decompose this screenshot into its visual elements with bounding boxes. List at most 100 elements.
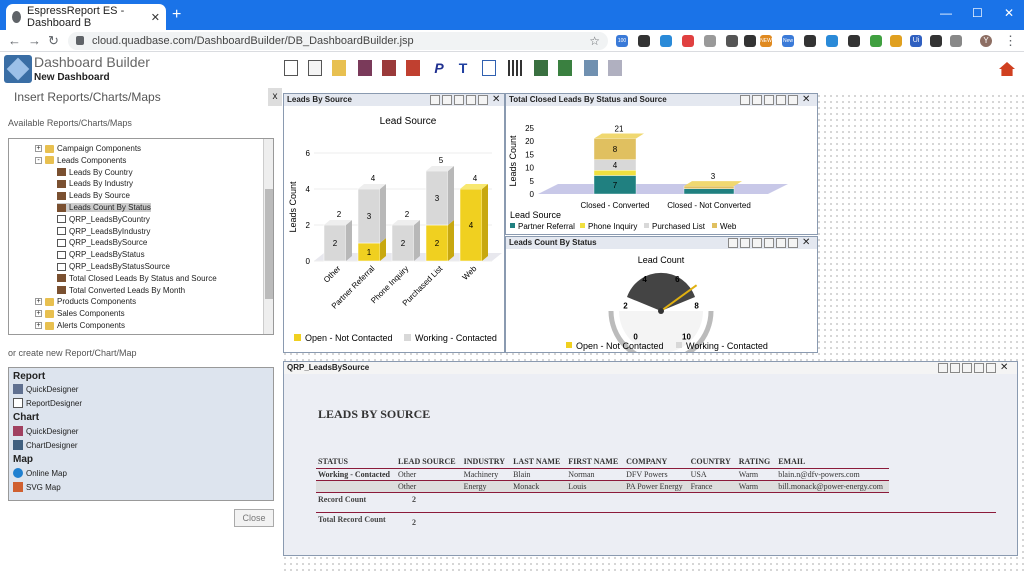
- expand-toggle-icon[interactable]: +: [35, 310, 42, 318]
- link-icon[interactable]: [962, 363, 972, 373]
- browser-extension-icon[interactable]: [704, 35, 716, 47]
- panel-close-icon[interactable]: ✕: [802, 237, 810, 248]
- tag-icon[interactable]: [764, 238, 774, 248]
- extension-ui-icon[interactable]: Ui: [910, 35, 922, 47]
- link-icon[interactable]: [752, 238, 762, 248]
- insert-text-icon[interactable]: T: [456, 60, 470, 76]
- tag-icon[interactable]: [974, 363, 984, 373]
- refresh-icon[interactable]: [442, 95, 452, 105]
- expand-toggle-icon[interactable]: +: [35, 145, 42, 152]
- export-icon[interactable]: [406, 60, 420, 76]
- link-icon[interactable]: [454, 95, 464, 105]
- reload-icon[interactable]: ↻: [48, 33, 59, 49]
- leads-count-status-panel[interactable]: Leads Count By Status Lead Count 0 2 4 6 8 10 O…: [505, 236, 818, 353]
- tree-item[interactable]: - Leads Components: [35, 156, 126, 165]
- expand-toggle-icon[interactable]: -: [35, 156, 42, 164]
- svg-map-link[interactable]: SVG Map: [13, 482, 61, 492]
- insert-p-icon[interactable]: P: [432, 60, 446, 76]
- collapse-panel-button[interactable]: x: [268, 88, 282, 106]
- browser-extension-icon[interactable]: [890, 35, 902, 47]
- tree-item[interactable]: + Campaign Components: [35, 144, 141, 153]
- preview-icon[interactable]: [584, 60, 598, 76]
- refresh-data-icon[interactable]: [558, 60, 572, 76]
- browser-extension-icon[interactable]: [870, 35, 882, 47]
- new-page-icon[interactable]: [308, 60, 322, 76]
- browser-tab[interactable]: EspressReport ES - Dashboard B ✕: [6, 4, 166, 30]
- export-icon[interactable]: [788, 238, 798, 248]
- new-dashboard-icon[interactable]: [284, 60, 298, 76]
- browser-extension-icon[interactable]: [744, 35, 756, 47]
- browser-extension-icon[interactable]: [638, 35, 650, 47]
- edit-icon[interactable]: [740, 95, 750, 105]
- window-close-icon[interactable]: ✕: [1004, 6, 1014, 20]
- tree-item[interactable]: Leads By Industry: [57, 179, 133, 188]
- home-icon[interactable]: [999, 62, 1015, 76]
- tree-item[interactable]: Leads By Source: [57, 191, 130, 200]
- tree-item[interactable]: QRP_LeadsByIndustry: [57, 227, 150, 236]
- link-icon[interactable]: [764, 95, 774, 105]
- extension-100-icon[interactable]: 100: [616, 35, 628, 47]
- browser-extension-icon[interactable]: [804, 35, 816, 47]
- panel-close-icon[interactable]: ✕: [492, 94, 500, 105]
- tree-item[interactable]: QRP_LeadsByStatusSource: [57, 262, 170, 271]
- close-button[interactable]: Close: [234, 509, 274, 527]
- expand-toggle-icon[interactable]: +: [35, 298, 42, 306]
- settings-icon[interactable]: [608, 60, 622, 76]
- refresh-icon[interactable]: [740, 238, 750, 248]
- tab-close-icon[interactable]: ✕: [151, 11, 160, 24]
- qrp-report-panel[interactable]: QRP_LeadsBySource LEADS BY SOURCE STATUS…: [283, 361, 1018, 556]
- tree-item[interactable]: + Sales Components: [35, 309, 125, 318]
- browser-extension-icon[interactable]: [950, 35, 962, 47]
- tag-icon[interactable]: [776, 95, 786, 105]
- folder-icon[interactable]: [482, 60, 496, 76]
- tree-scrollbar[interactable]: [263, 139, 273, 334]
- edit-icon[interactable]: [728, 238, 738, 248]
- chartdesigner-link[interactable]: ChartDesigner: [13, 440, 78, 450]
- new-tab-icon[interactable]: +: [172, 6, 181, 24]
- edit-icon[interactable]: [430, 95, 440, 105]
- tree-item[interactable]: + Alerts Components: [35, 321, 125, 330]
- report-quickdesigner-link[interactable]: QuickDesigner: [13, 384, 78, 394]
- browser-extension-icon[interactable]: [826, 35, 838, 47]
- extension-new-icon[interactable]: NEW: [760, 35, 772, 47]
- alert-icon[interactable]: [788, 95, 798, 105]
- edit-icon[interactable]: [938, 363, 948, 373]
- browser-menu-icon[interactable]: ⋮: [1004, 33, 1017, 49]
- tree-item[interactable]: Leads Count By Status: [57, 203, 151, 212]
- browser-extension-icon[interactable]: [682, 35, 694, 47]
- alert-icon[interactable]: [776, 238, 786, 248]
- minimize-icon[interactable]: —: [940, 6, 952, 20]
- browser-extension-icon[interactable]: [930, 35, 942, 47]
- save-as-icon[interactable]: [382, 60, 396, 76]
- panel-close-icon[interactable]: ✕: [1000, 362, 1008, 373]
- forward-icon[interactable]: →: [28, 33, 41, 48]
- maximize-icon[interactable]: ☐: [972, 6, 983, 20]
- tree-item[interactable]: Total Closed Leads By Status and Source: [57, 274, 217, 283]
- tree-item[interactable]: Leads By Country: [57, 168, 133, 177]
- open-folder-icon[interactable]: [332, 60, 346, 76]
- browser-extension-icon[interactable]: [726, 35, 738, 47]
- refresh-icon[interactable]: [752, 95, 762, 105]
- back-icon[interactable]: ←: [8, 33, 21, 48]
- image-icon[interactable]: [534, 60, 548, 76]
- online-map-link[interactable]: Online Map: [13, 468, 67, 478]
- tree-item[interactable]: QRP_LeadsByCountry: [57, 215, 150, 224]
- tree-scroll-thumb[interactable]: [265, 189, 273, 299]
- profile-avatar[interactable]: Y: [980, 35, 992, 47]
- tree-item[interactable]: QRP_LeadsByStatus: [57, 250, 145, 259]
- panel-close-icon[interactable]: ✕: [802, 94, 810, 105]
- alert-icon[interactable]: [986, 363, 996, 373]
- extension-new2-icon[interactable]: New: [782, 35, 794, 47]
- leads-by-source-panel[interactable]: Leads By Source Lead Source 0 2 4 6 Leads Cou…: [283, 93, 505, 353]
- refresh-icon[interactable]: [950, 363, 960, 373]
- address-bar[interactable]: cloud.quadbase.com/DashboardBuilder/DB_D…: [68, 32, 608, 50]
- bookmark-star-icon[interactable]: ☆: [589, 32, 600, 50]
- browser-extension-icon[interactable]: [848, 35, 860, 47]
- panel-header[interactable]: QRP_LeadsBySource: [284, 362, 1017, 374]
- chart-quickdesigner-link[interactable]: QuickDesigner: [13, 426, 78, 436]
- tag-icon[interactable]: [466, 95, 476, 105]
- browser-extension-icon[interactable]: [660, 35, 672, 47]
- reportdesigner-link[interactable]: ReportDesigner: [13, 398, 82, 408]
- save-icon[interactable]: [358, 60, 372, 76]
- grid-icon[interactable]: [508, 60, 522, 76]
